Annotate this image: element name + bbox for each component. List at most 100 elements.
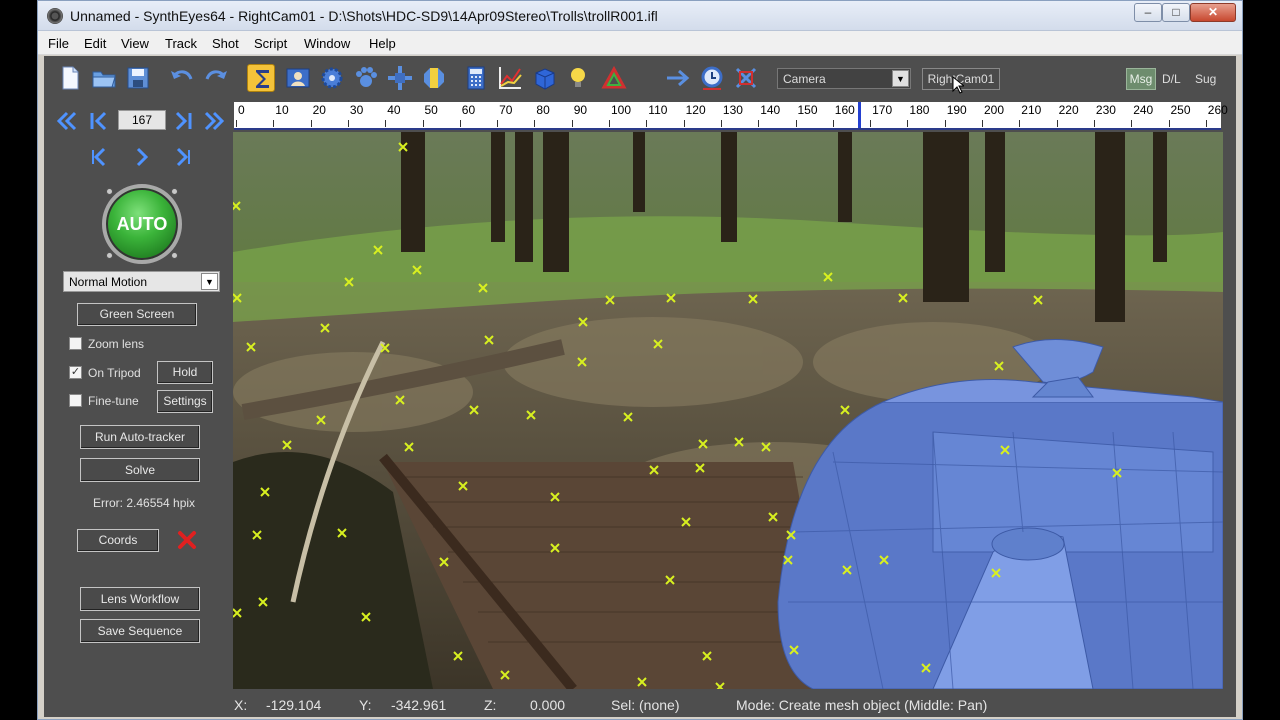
coords-button[interactable]: Coords <box>77 529 159 552</box>
minimize-button[interactable]: – <box>1134 3 1162 22</box>
timeline-tick-label: 100 <box>611 103 632 117</box>
z-value: 0.000 <box>530 697 566 713</box>
lens-icon[interactable] <box>420 64 448 92</box>
timeline-tick <box>609 120 610 127</box>
zoom-lens-label: Zoom lens <box>88 337 145 351</box>
prev-key-icon[interactable] <box>86 108 112 134</box>
menu-view[interactable]: View <box>121 36 149 51</box>
lightbulb-icon[interactable] <box>564 64 592 92</box>
msg-button[interactable]: Msg <box>1126 68 1156 90</box>
camera-select[interactable]: Camera ▼ <box>777 68 911 89</box>
next-key-icon[interactable] <box>170 108 196 134</box>
timeline[interactable]: 0 10 20 30 40 50 60 70 80 90 100 110 120 130 140 150 160… <box>234 102 1228 130</box>
app-icon <box>47 8 63 24</box>
hold-button[interactable]: Hold <box>157 361 213 384</box>
lens-workflow-button[interactable]: Lens Workflow <box>80 587 200 611</box>
menu-shot[interactable]: Shot <box>212 36 239 51</box>
timeline-tick-label: 0 <box>238 103 245 117</box>
mouse-cursor-icon <box>952 76 964 94</box>
green-screen-button[interactable]: Green Screen <box>77 303 197 326</box>
clock-icon[interactable] <box>698 64 726 92</box>
status-bar: X: -129.104 Y: -342.961 Z: 0.000 Sel: (n… <box>44 690 1236 717</box>
color-wheel-icon[interactable] <box>600 64 628 92</box>
zoom-lens-checkbox[interactable] <box>69 337 82 350</box>
graph-icon[interactable] <box>496 64 524 92</box>
fine-tune-label: Fine-tune <box>88 394 139 408</box>
dl-button[interactable]: D/L <box>1162 72 1181 86</box>
frame-number-field[interactable]: 167 <box>118 110 166 130</box>
fine-tune-checkbox[interactable] <box>69 394 82 407</box>
timeline-tick-label: 90 <box>573 103 588 117</box>
menu-edit[interactable]: Edit <box>84 36 106 51</box>
play-icon[interactable] <box>129 144 155 170</box>
open-folder-icon[interactable] <box>90 64 118 92</box>
solve-error-readout: Error: 2.46554 hpix <box>93 496 196 510</box>
menu-file[interactable]: File <box>48 36 69 51</box>
save-sequence-button[interactable]: Save Sequence <box>80 619 200 643</box>
menu-track[interactable]: Track <box>165 36 197 51</box>
timeline-tick-label: 180 <box>909 103 930 117</box>
screw-icon <box>171 188 178 195</box>
main-area: Camera ▼ RightCam01 Msg D/L Sug 0 10 20 30 4… <box>44 56 1236 717</box>
settings-button[interactable]: Settings <box>157 390 213 413</box>
x-value: -129.104 <box>266 697 322 713</box>
move-gizmo-icon[interactable] <box>386 64 414 92</box>
timeline-tick <box>870 120 872 127</box>
undo-icon[interactable] <box>168 64 196 92</box>
solve-button[interactable]: Solve <box>80 458 200 482</box>
on-tripod-checkbox[interactable]: ✓ <box>69 366 82 379</box>
redo-icon[interactable] <box>202 64 230 92</box>
scene-image <box>233 132 1223 689</box>
new-file-icon[interactable] <box>56 64 84 92</box>
mode-readout: Mode: Create mesh object (Middle: Pan) <box>736 697 988 713</box>
timeline-tick <box>1168 120 1170 127</box>
gear-icon[interactable] <box>318 64 346 92</box>
run-autotracker-button[interactable]: Run Auto-tracker <box>80 425 200 449</box>
camera-select-value: Camera <box>783 72 826 86</box>
timeline-tick-label: 200 <box>984 103 1005 117</box>
screw-icon <box>106 252 113 259</box>
selection-readout: Sel: (none) <box>611 697 680 713</box>
delete-coords-icon[interactable] <box>176 529 198 551</box>
screw-icon <box>106 188 113 195</box>
camera-viewport[interactable] <box>233 132 1223 689</box>
camera-view-icon[interactable] <box>284 64 312 92</box>
x-label: X: <box>234 697 248 713</box>
crop-frame-icon[interactable] <box>732 64 760 92</box>
app-window: Unnamed - SynthEyes64 - RightCam01 - D:\… <box>37 0 1243 720</box>
screw-icon <box>171 252 178 259</box>
save-icon[interactable] <box>124 64 152 92</box>
motion-type-select[interactable]: Normal Motion ▼ <box>63 271 220 292</box>
cube-icon[interactable] <box>530 64 558 92</box>
timeline-tick-label: 110 <box>648 103 668 117</box>
menu-window[interactable]: Window <box>304 36 350 51</box>
solver-sigma-icon[interactable] <box>247 64 275 92</box>
timeline-tick <box>683 120 685 127</box>
timeline-tick <box>944 120 946 127</box>
timeline-tick <box>1131 120 1133 127</box>
calculator-icon[interactable] <box>462 64 490 92</box>
paw-icon[interactable] <box>352 64 380 92</box>
timeline-tick <box>385 120 387 127</box>
last-frame-icon[interactable] <box>201 108 227 134</box>
timeline-tick <box>1205 120 1207 127</box>
auto-button[interactable]: AUTO <box>102 184 182 264</box>
timeline-tick-label: 230 <box>1095 103 1116 117</box>
arrow-right-icon[interactable] <box>664 64 692 92</box>
timeline-tick-label: 260 <box>1207 103 1228 117</box>
next-frame-icon[interactable] <box>170 144 196 170</box>
current-frame-marker[interactable] <box>857 102 861 128</box>
sug-button[interactable]: Sug <box>1195 72 1216 86</box>
close-button[interactable]: ✕ <box>1190 3 1236 22</box>
timeline-tick-label: 140 <box>760 103 781 117</box>
menu-help[interactable]: Help <box>369 36 396 51</box>
maximize-button[interactable]: □ <box>1162 3 1190 22</box>
timeline-tick-label: 40 <box>387 103 401 117</box>
prev-frame-icon[interactable] <box>86 144 112 170</box>
menu-script[interactable]: Script <box>254 36 287 51</box>
first-frame-icon[interactable] <box>54 108 80 134</box>
timeline-tick-label: 10 <box>275 103 289 117</box>
timeline-tick <box>422 120 424 127</box>
screen: Unnamed - SynthEyes64 - RightCam01 - D:\… <box>0 0 1280 720</box>
chevron-down-icon: ▼ <box>201 273 218 290</box>
